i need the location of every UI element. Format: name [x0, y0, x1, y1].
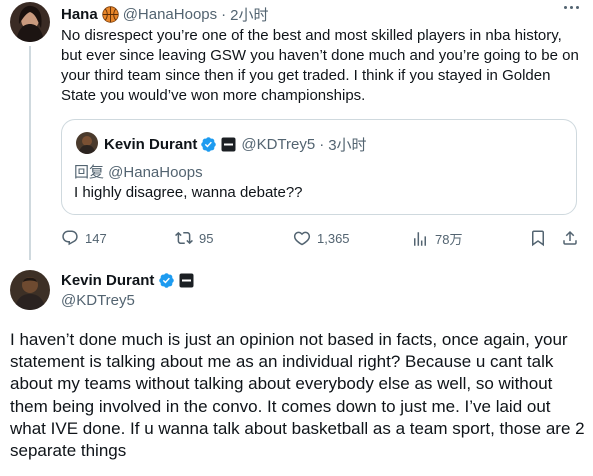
thread-line: [29, 46, 31, 260]
author-handle[interactable]: @HanaHoops: [123, 6, 217, 23]
views-button[interactable]: 78万: [411, 229, 462, 248]
share-icon: [563, 230, 577, 245]
affiliate-badge-icon: [179, 273, 194, 288]
like-button[interactable]: 1,365: [293, 229, 350, 247]
like-count: 1,365: [317, 230, 350, 246]
share-button[interactable]: [561, 229, 585, 247]
basketball-icon: [101, 5, 119, 23]
quoted-tweet-text: I highly disagree, wanna debate??: [74, 184, 303, 201]
heart-icon: [293, 231, 311, 246]
avatar-kevin-durant[interactable]: [10, 270, 50, 310]
views-count: 78万: [435, 232, 463, 247]
avatar-kevin-durant-small: [76, 132, 98, 154]
quoted-tweet-header: Kevin Durant @KDTrey5 · 3小时: [104, 134, 367, 155]
views-chart-icon: [414, 231, 426, 246]
author-name[interactable]: Hana: [61, 6, 98, 23]
quoted-author-handle: @KDTrey5: [241, 136, 316, 153]
reply-author-name[interactable]: Kevin Durant: [61, 272, 154, 289]
reply-icon: [62, 230, 78, 246]
timestamp[interactable]: 2小时: [230, 4, 268, 25]
tweet-text: No disrespect you’re one of the best and…: [61, 27, 579, 104]
retweet-count: 95: [199, 230, 214, 246]
reply-button[interactable]: 147: [61, 229, 107, 247]
reply-count: 147: [85, 230, 107, 246]
bookmark-button[interactable]: [529, 229, 553, 247]
separator-dot: ·: [221, 5, 227, 23]
verified-badge-icon: [200, 136, 217, 153]
tweet-header: Hana @HanaHoops · 2小时: [61, 4, 268, 24]
reply-to-label: 回复 @HanaHoops: [74, 164, 203, 181]
avatar-hana[interactable]: [10, 2, 50, 42]
reply-tweet-text: I haven’t done much is just an opinion n…: [10, 330, 585, 461]
reply-author-header: Kevin Durant: [61, 272, 194, 289]
retweet-button[interactable]: 95: [175, 229, 213, 247]
reply-author-handle[interactable]: @KDTrey5: [61, 292, 135, 309]
quoted-tweet[interactable]: Kevin Durant @KDTrey5 · 3小时 回复 @HanaHoop…: [61, 119, 577, 215]
verified-badge-icon: [158, 272, 175, 289]
more-options-icon[interactable]: [564, 6, 579, 9]
separator-dot: ·: [319, 136, 325, 153]
retweet-icon: [175, 231, 193, 245]
action-bar: 147 95 1,365 78万: [61, 229, 581, 249]
affiliate-badge-icon: [221, 137, 236, 152]
bookmark-icon: [532, 230, 544, 247]
quoted-timestamp: 3小时: [328, 137, 367, 154]
quoted-author-name: Kevin Durant: [104, 136, 198, 153]
